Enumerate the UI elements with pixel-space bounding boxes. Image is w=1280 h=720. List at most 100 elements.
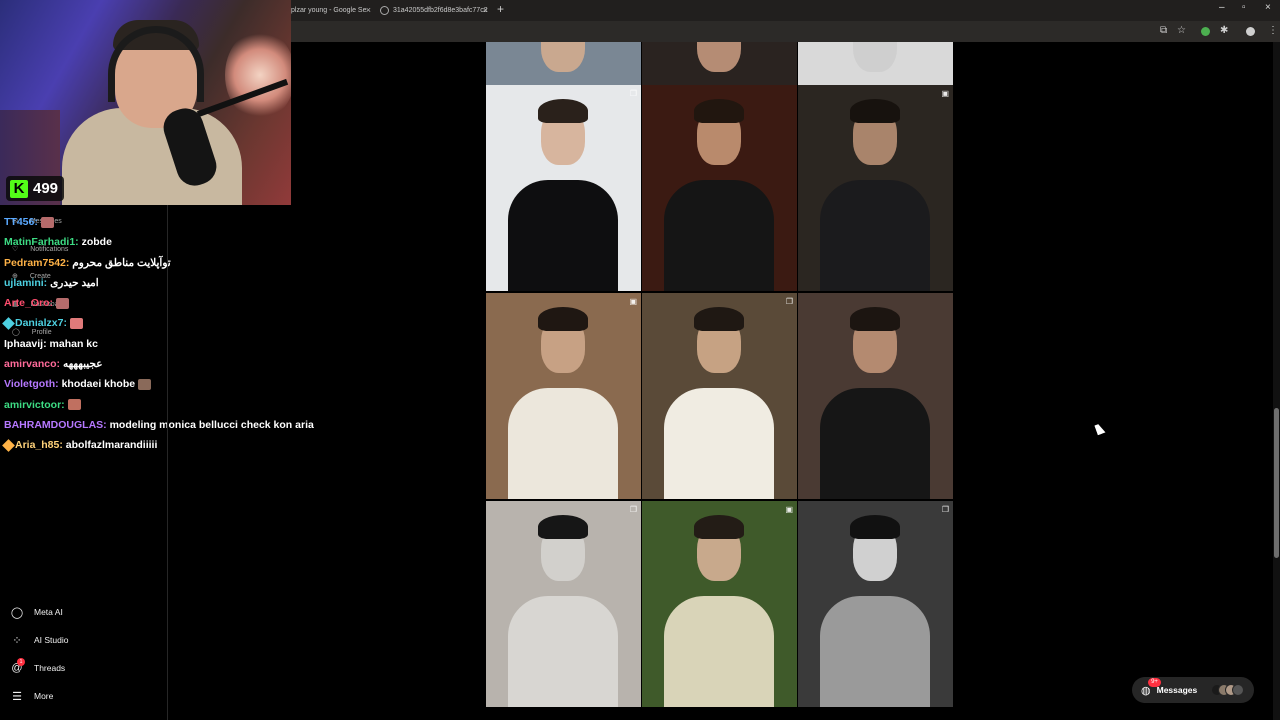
install-app-icon[interactable]: ⧉	[1160, 25, 1167, 36]
extension-icon[interactable]	[1201, 27, 1210, 36]
kick-logo-icon: K	[10, 179, 28, 198]
chat-emote-icon	[69, 318, 83, 330]
tab-close-icon[interactable]: ×	[483, 3, 488, 18]
chat-username[interactable]: amirvictoor:	[4, 399, 65, 411]
chat-text: khodaei khobe	[61, 378, 136, 391]
post-figure-body	[508, 596, 618, 707]
chat-text: عجیبهههه	[62, 358, 103, 371]
grid-post[interactable]: ▣	[798, 85, 953, 291]
chat-text: mahan kc	[49, 337, 98, 350]
maximize-button[interactable]: ▫	[1242, 2, 1246, 13]
sidebar-item-label: Meta AI	[34, 607, 63, 617]
sidebar-item-ai-studio[interactable]: ⁘ AI Studio	[10, 630, 69, 650]
chat-emote-icon	[56, 297, 70, 309]
mouse-cursor	[1094, 422, 1106, 436]
post-figure-hair	[850, 99, 900, 123]
messages-label: Messages	[1156, 685, 1198, 695]
sidebar-item-label: More	[34, 691, 54, 701]
background-lamp	[225, 30, 291, 120]
viewer-count-badge: K 499	[6, 176, 65, 201]
chat-message: Pedram7542: توآپلایت مناطق محروم	[4, 253, 474, 273]
post-figure-body	[664, 388, 774, 499]
sidebar-item-more[interactable]: ☰ More	[10, 686, 53, 706]
post-figure-head	[853, 42, 897, 72]
carousel-icon: ❐	[941, 505, 949, 514]
grid-post[interactable]	[798, 293, 953, 499]
post-figure-body	[508, 388, 618, 499]
tab-title: plzar young - Google Se	[291, 7, 367, 14]
chat-username[interactable]: Violetgoth:	[4, 378, 59, 390]
post-figure-hair	[850, 307, 900, 331]
browser-tab-google[interactable]: plzar young - Google Se ×	[291, 3, 373, 18]
grid-post[interactable]: ❐	[642, 293, 797, 499]
chat-message: ujlamini: امید حیدری	[4, 273, 474, 293]
chat-username[interactable]: Pedram7542:	[4, 257, 69, 269]
meta-ai-icon: ◯	[10, 606, 24, 619]
messages-badge: 9+	[1148, 677, 1161, 687]
chat-emote-icon	[67, 399, 81, 411]
profile-post-grid: ❐❐▣▣❐❐▣❐	[486, 42, 953, 720]
messages-button[interactable]: ◍ 9+ Messages	[1132, 677, 1254, 703]
chat-username[interactable]: ujlamini:	[4, 277, 47, 289]
chat-username[interactable]: Iphaavij:	[4, 338, 47, 350]
grid-post[interactable]: ❐	[486, 85, 641, 291]
close-window-button[interactable]: ×	[1265, 2, 1271, 13]
bookmark-star-icon[interactable]: ☆	[1177, 25, 1186, 36]
post-figure-hair	[694, 307, 744, 331]
chat-username[interactable]: amirvanco:	[4, 358, 60, 370]
chat-message: BAHRAMDOUGLAS: modeling monica bellucci …	[4, 415, 474, 435]
scrollbar-thumb[interactable]	[1274, 408, 1279, 558]
chat-username[interactable]: MatinFarhadi1:	[4, 236, 79, 248]
chat-text: امید حیدری	[50, 276, 99, 289]
chat-text: zobde	[81, 236, 112, 249]
sidebar-item-meta-ai[interactable]: ◯ Meta AI	[10, 602, 63, 622]
grid-post[interactable]: ❐	[486, 501, 641, 707]
browser-tab-image[interactable]: 31a42055dfb2f6d8e3bafc77c2 ×	[380, 3, 490, 18]
grid-post[interactable]: ❐	[798, 501, 953, 707]
chat-username[interactable]: Aria_h85:	[15, 439, 63, 451]
post-figure-body	[664, 596, 774, 707]
grid-post[interactable]: ▣	[642, 501, 797, 707]
chat-username[interactable]: Danialzx7:	[15, 317, 67, 329]
globe-icon	[380, 5, 389, 15]
sidebar-item-label: Threads	[34, 663, 66, 673]
post-figure-body	[664, 180, 774, 291]
chat-text: modeling monica bellucci check kon aria	[109, 418, 314, 431]
threads-badge: 1	[17, 658, 25, 666]
minimize-button[interactable]: –	[1219, 2, 1225, 13]
browser-menu-icon[interactable]: ⋮	[1268, 25, 1278, 36]
post-figure-body	[508, 180, 618, 291]
post-figure-body	[820, 596, 930, 707]
menu-icon: ☰	[12, 690, 22, 703]
chat-message: amirvictoor:	[4, 395, 474, 415]
chat-username[interactable]: TT456:	[4, 216, 38, 228]
post-figure-head	[697, 42, 741, 72]
carousel-icon: ❐	[785, 297, 793, 306]
chat-emote-icon	[138, 379, 152, 391]
post-figure-hair	[538, 307, 588, 331]
page-scrollbar[interactable]	[1273, 42, 1280, 720]
reel-icon: ▣	[629, 297, 637, 306]
reel-icon: ▣	[785, 505, 793, 514]
chat-message: Iphaavij: mahan kc	[4, 334, 474, 354]
chat-username[interactable]: BAHRAMDOUGLAS:	[4, 419, 107, 431]
grid-post[interactable]: ▣	[486, 293, 641, 499]
chat-text: abolfazlmarandiiiii	[65, 439, 158, 452]
chat-username[interactable]: Arte_Oro:	[4, 297, 53, 309]
threads-icon: @1	[10, 658, 25, 674]
new-tab-button[interactable]: +	[497, 2, 504, 16]
grid-post[interactable]	[642, 85, 797, 291]
extensions-puzzle-icon[interactable]: ✱	[1220, 25, 1228, 36]
chat-message: MatinFarhadi1: zobde	[4, 232, 474, 252]
post-figure-body	[820, 388, 930, 499]
reel-icon: ▣	[941, 89, 949, 98]
sidebar-item-threads[interactable]: @1 Threads	[10, 658, 65, 678]
sidebar-item-label: AI Studio	[34, 635, 69, 645]
tab-close-icon[interactable]: ×	[366, 3, 371, 18]
post-figure-body	[820, 180, 930, 291]
chat-message: Arte_Oro:	[4, 293, 474, 313]
chat-badge-icon	[2, 317, 15, 331]
post-figure-hair	[538, 99, 588, 123]
profile-avatar-icon[interactable]	[1246, 27, 1255, 36]
stream-chat: TT456: MatinFarhadi1: zobde Pedram7542: تو…	[2, 212, 474, 456]
